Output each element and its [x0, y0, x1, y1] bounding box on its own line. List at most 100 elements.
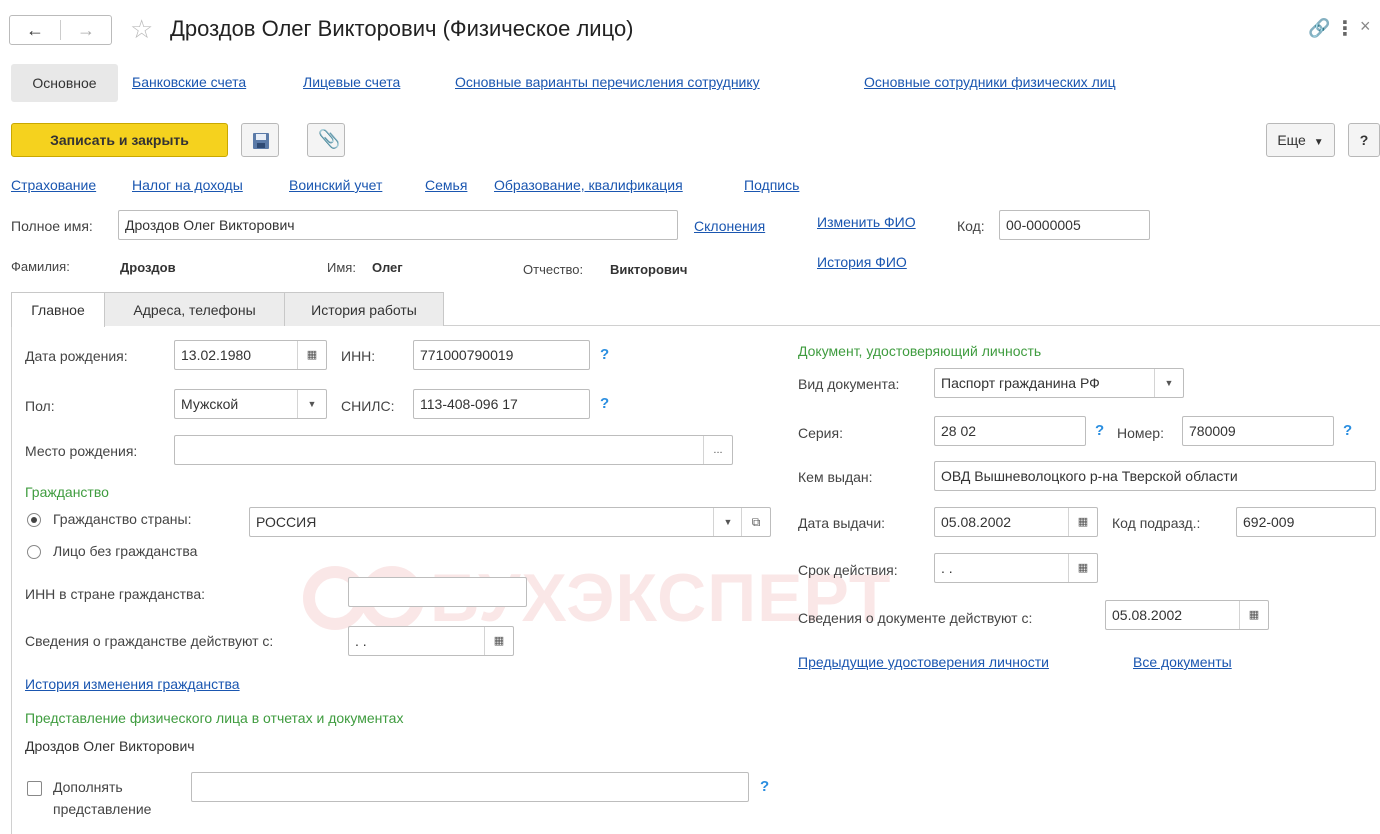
- dept-code-input[interactable]: 692-009: [1236, 507, 1376, 537]
- series-help-icon[interactable]: ?: [1095, 422, 1104, 439]
- surname-value: Дроздов: [120, 260, 176, 275]
- paperclip-icon: 📎: [318, 129, 341, 149]
- dept-code-value: 692-009: [1243, 514, 1295, 530]
- valid-until-input[interactable]: . . ▦: [934, 553, 1098, 583]
- more-vertical-icon[interactable]: ⋮: [1335, 16, 1355, 41]
- declensions-link[interactable]: Склонения: [694, 218, 765, 234]
- inn-input[interactable]: 771000790019: [413, 340, 590, 370]
- series-label: Серия:: [798, 425, 843, 441]
- tab-general[interactable]: Главное: [11, 292, 105, 327]
- representation-value: Дроздов Олег Викторович: [25, 738, 195, 754]
- snils-value: 113-408-096 17: [420, 396, 518, 412]
- save-button[interactable]: [241, 123, 279, 157]
- issued-by-input[interactable]: ОВД Вышневолоцкого р-на Тверской области: [934, 461, 1376, 491]
- calendar-icon[interactable]: ▦: [1239, 601, 1268, 629]
- open-form-icon[interactable]: ⧉: [741, 508, 770, 536]
- inn-help-icon[interactable]: ?: [600, 346, 609, 363]
- citizen-country-radio[interactable]: [27, 513, 41, 527]
- snils-label: СНИЛС:: [341, 398, 395, 414]
- supplement-input[interactable]: [191, 772, 749, 802]
- window-title: Дроздов Олег Викторович (Физическое лицо…: [170, 16, 634, 41]
- save-and-close-button[interactable]: Записать и закрыть: [11, 123, 228, 157]
- content-left-border: [11, 326, 12, 834]
- forward-arrow-icon[interactable]: →: [61, 16, 111, 44]
- all-docs-link[interactable]: Все документы: [1133, 654, 1232, 670]
- doc-from-value: 05.08.2002: [1112, 607, 1183, 623]
- snils-input[interactable]: 113-408-096 17: [413, 389, 590, 419]
- citizenship-history-link[interactable]: История изменения гражданства: [25, 676, 240, 692]
- tab-bank-accounts[interactable]: Банковские счета: [132, 74, 246, 90]
- series-value: 28 02: [941, 423, 977, 439]
- more-label: Еще: [1277, 132, 1306, 148]
- citizen-country-label: Гражданство страны:: [53, 511, 192, 527]
- calendar-icon[interactable]: ▦: [297, 341, 326, 369]
- doc-from-input[interactable]: 05.08.2002 ▦: [1105, 600, 1269, 630]
- link-education[interactable]: Образование, квалификация: [494, 177, 683, 193]
- back-arrow-icon[interactable]: ←: [10, 16, 60, 44]
- tab-general-label: Главное: [31, 302, 85, 318]
- prev-docs-link[interactable]: Предыдущие удостоверения личности: [798, 654, 1049, 670]
- name-value: Олег: [372, 260, 403, 275]
- issued-by-label: Кем выдан:: [798, 469, 873, 485]
- tab-addresses-phones[interactable]: Адреса, телефоны: [104, 292, 285, 326]
- number-input[interactable]: 780009: [1182, 416, 1334, 446]
- link-signature[interactable]: Подпись: [744, 177, 799, 193]
- citizen-country-select[interactable]: РОССИЯ ▼ ⧉: [249, 507, 771, 537]
- citizenship-from-label: Сведения о гражданстве действуют с:: [25, 633, 274, 649]
- doc-from-label: Сведения о документе действуют с:: [798, 610, 1033, 626]
- attach-button[interactable]: 📎: [307, 123, 345, 157]
- dropdown-arrow-icon[interactable]: ▼: [1154, 369, 1183, 397]
- number-help-icon[interactable]: ?: [1343, 422, 1352, 439]
- dropdown-arrow-icon[interactable]: ▼: [713, 508, 742, 536]
- tab-main-label: Основное: [32, 75, 97, 91]
- dropdown-arrow-icon[interactable]: ▼: [297, 390, 326, 418]
- calendar-icon[interactable]: ▦: [1068, 508, 1097, 536]
- save-and-close-label: Записать и закрыть: [50, 132, 189, 148]
- link-icon[interactable]: 🔗: [1308, 18, 1330, 39]
- tab-main-employees[interactable]: Основные сотрудники физических лиц: [864, 74, 1116, 90]
- change-fio-link[interactable]: Изменить ФИО: [817, 214, 916, 230]
- tab-transfer-options[interactable]: Основные варианты перечисления сотрудник…: [455, 74, 760, 90]
- close-icon[interactable]: ×: [1360, 16, 1371, 37]
- inn-country-label: ИНН в стране гражданства:: [25, 586, 205, 602]
- tab-work-history[interactable]: История работы: [284, 292, 444, 326]
- link-family[interactable]: Семья: [425, 177, 467, 193]
- help-label: ?: [1359, 132, 1369, 148]
- more-button[interactable]: Еще ▼: [1266, 123, 1335, 157]
- number-label: Номер:: [1117, 425, 1164, 441]
- valid-until-value: . .: [941, 560, 953, 576]
- chevron-down-icon: ▼: [1313, 137, 1324, 148]
- gender-label: Пол:: [25, 398, 55, 414]
- birth-place-label: Место рождения:: [25, 443, 138, 459]
- tab-main[interactable]: Основное: [11, 64, 118, 102]
- doc-type-select[interactable]: Паспорт гражданина РФ ▼: [934, 368, 1184, 398]
- code-value: 00-0000005: [1006, 217, 1081, 233]
- tab-work-history-label: История работы: [311, 302, 417, 318]
- link-military[interactable]: Воинский учет: [289, 177, 382, 193]
- birth-date-input[interactable]: 13.02.1980 ▦: [174, 340, 327, 370]
- birth-place-input[interactable]: ...: [174, 435, 733, 465]
- help-button[interactable]: ?: [1348, 123, 1380, 157]
- select-more-icon[interactable]: ...: [703, 436, 732, 464]
- gender-select[interactable]: Мужской ▼: [174, 389, 327, 419]
- snils-help-icon[interactable]: ?: [600, 395, 609, 412]
- link-income-tax[interactable]: Налог на доходы: [132, 177, 243, 193]
- series-input[interactable]: 28 02: [934, 416, 1086, 446]
- calendar-icon[interactable]: ▦: [484, 627, 513, 655]
- doc-type-label: Вид документа:: [798, 376, 900, 392]
- citizenship-from-input[interactable]: . . ▦: [348, 626, 514, 656]
- tab-personal-accounts[interactable]: Лицевые счета: [303, 74, 400, 90]
- fio-history-link[interactable]: История ФИО: [817, 254, 907, 270]
- calendar-icon[interactable]: ▦: [1068, 554, 1097, 582]
- link-insurance[interactable]: Страхование: [11, 177, 96, 193]
- issue-date-input[interactable]: 05.08.2002 ▦: [934, 507, 1098, 537]
- inn-country-input[interactable]: [348, 577, 527, 607]
- full-name-input[interactable]: Дроздов Олег Викторович: [118, 210, 678, 240]
- birth-date-value: 13.02.1980: [181, 347, 252, 363]
- supplement-help-icon[interactable]: ?: [760, 778, 769, 795]
- favorite-star-icon[interactable]: ☆: [130, 14, 153, 45]
- stateless-radio[interactable]: [27, 545, 41, 559]
- code-input[interactable]: 00-0000005: [999, 210, 1150, 240]
- inn-label: ИНН:: [341, 348, 376, 364]
- supplement-checkbox[interactable]: [27, 781, 42, 796]
